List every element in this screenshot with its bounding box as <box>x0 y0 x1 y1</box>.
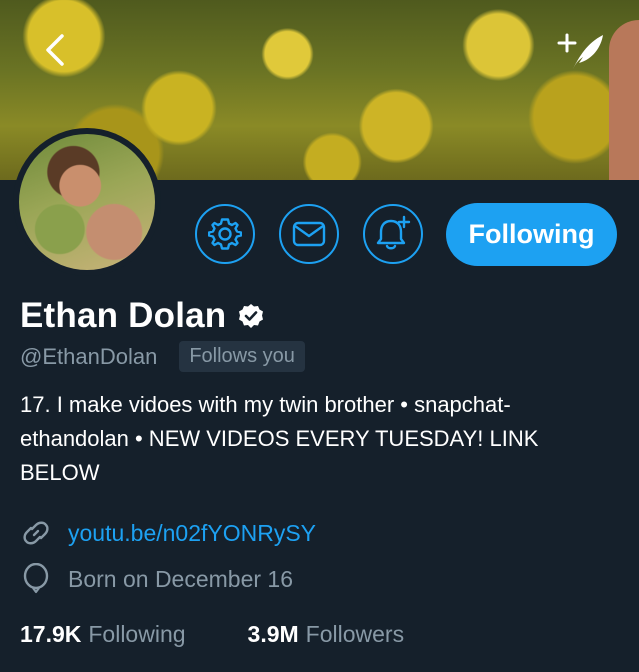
profile-bio: 17. I make vidoes with my twin brother •… <box>20 388 620 490</box>
handle-row: @EthanDolan Follows you <box>20 341 305 372</box>
verified-badge-icon <box>239 304 264 328</box>
following-button[interactable]: Following <box>446 203 617 266</box>
followers-count: 3.9M <box>247 621 299 647</box>
message-button[interactable] <box>279 204 339 264</box>
settings-button[interactable] <box>195 204 255 264</box>
back-button[interactable] <box>38 30 72 70</box>
balloon-icon <box>23 563 49 594</box>
followers-stat[interactable]: 3.9M Followers <box>248 621 405 648</box>
gear-icon <box>208 218 242 250</box>
bio-line: ethandolan • NEW VIDEOS EVERY TUESDAY! L… <box>20 426 539 451</box>
profile-handle: @EthanDolan <box>20 343 158 369</box>
followers-label: Followers <box>305 621 405 647</box>
link-icon <box>23 521 49 545</box>
following-label: Following <box>88 621 186 647</box>
profile-website-link[interactable]: youtu.be/n02fYONRySY <box>68 520 316 547</box>
following-stat[interactable]: 17.9K Following <box>20 621 186 648</box>
follow-stats: 17.9K Following 3.9M Followers <box>20 621 404 648</box>
birthday-row: Born on December 16 <box>20 563 293 595</box>
profile-name-row: Ethan Dolan <box>20 296 264 336</box>
avatar-photo <box>19 134 155 270</box>
bio-line: BELOW <box>20 460 100 485</box>
notifications-button[interactable] <box>363 204 423 264</box>
bio-line: 17. I make vidoes with my twin brother •… <box>20 392 511 417</box>
compose-tweet-icon <box>557 33 603 69</box>
following-count: 17.9K <box>20 621 82 647</box>
avatar[interactable] <box>13 128 161 276</box>
profile-name: Ethan Dolan <box>20 296 227 335</box>
banner-photo-detail <box>609 20 639 180</box>
bell-plus-icon <box>376 215 411 250</box>
follows-you-badge: Follows you <box>179 341 305 372</box>
chevron-left-icon <box>46 34 64 66</box>
mail-icon <box>292 221 326 247</box>
birthday-text: Born on December 16 <box>68 565 294 592</box>
profile-link-row: youtu.be/n02fYONRySY <box>20 517 316 549</box>
compose-tweet-button[interactable] <box>556 28 608 74</box>
